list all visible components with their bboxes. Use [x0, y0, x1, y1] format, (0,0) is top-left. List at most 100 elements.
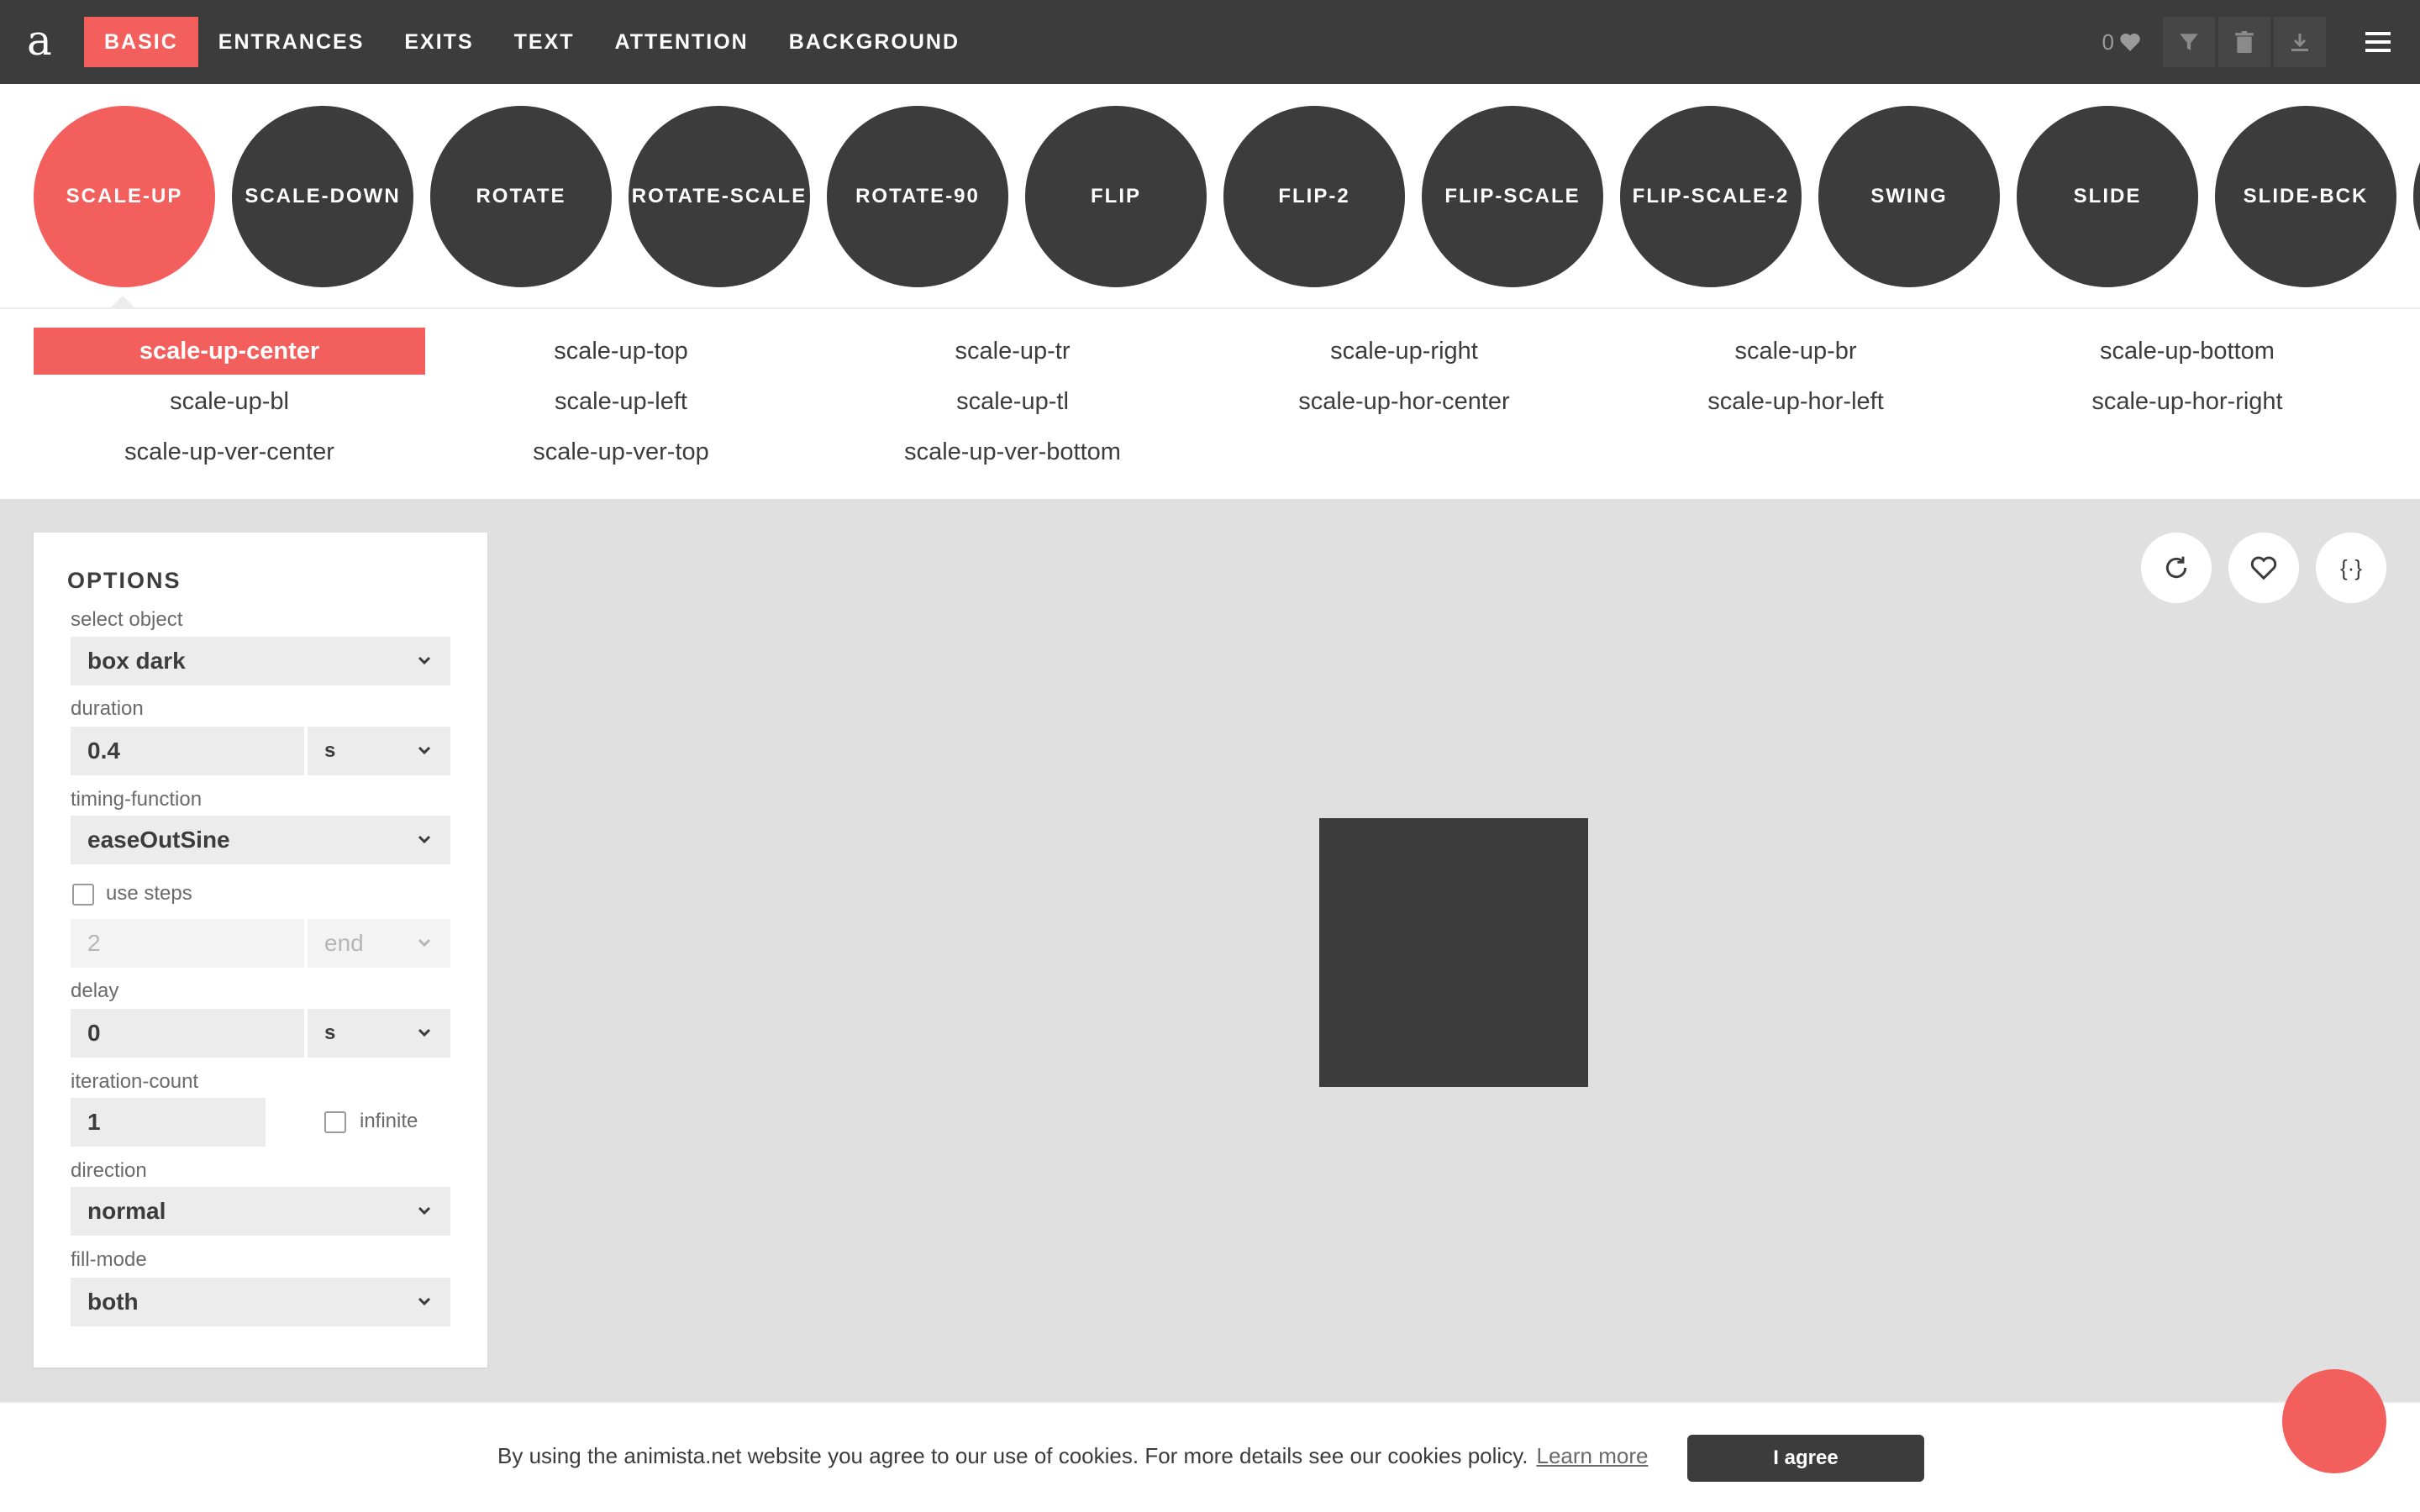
- animation-slide-bck[interactable]: SLIDE-BCK: [2215, 106, 2396, 287]
- tab-entrances[interactable]: ENTRANCES: [198, 17, 385, 67]
- favorites-counter[interactable]: 0: [2102, 29, 2141, 55]
- agree-button[interactable]: I agree: [1687, 1435, 1924, 1482]
- animation-scale-up[interactable]: SCALE-UP: [34, 106, 215, 287]
- animation-rotate-scale[interactable]: ROTATE-SCALE: [629, 106, 810, 287]
- timing-function-dropdown[interactable]: easeOutSine: [71, 816, 450, 864]
- heart-outline-icon: [2250, 556, 2277, 580]
- steps-mode-dropdown[interactable]: end: [308, 919, 450, 968]
- variant-list: scale-up-center scale-up-top scale-up-tr…: [0, 309, 2420, 499]
- direction-label: direction: [71, 1159, 147, 1182]
- animation-selector: SCALE-UP SCALE-DOWN ROTATE ROTATE-SCALE …: [0, 84, 2420, 309]
- delay-unit-value: s: [324, 1021, 336, 1044]
- favorite-button[interactable]: [2228, 533, 2299, 603]
- iteration-count-value: 1: [87, 1109, 101, 1135]
- menu-button[interactable]: [2353, 17, 2403, 67]
- infinite-label: infinite: [360, 1110, 418, 1132]
- variant-item[interactable]: scale-up-bottom: [1991, 328, 2383, 375]
- chat-button[interactable]: [2282, 1369, 2386, 1473]
- replay-button[interactable]: [2141, 533, 2212, 603]
- chevron-down-icon: [418, 1297, 431, 1306]
- heart-icon: [2120, 33, 2140, 51]
- code-icon: {·}: [2339, 554, 2363, 580]
- duration-unit-dropdown[interactable]: s: [308, 727, 450, 775]
- animation-swing[interactable]: SWING: [1818, 106, 2000, 287]
- variant-item[interactable]: scale-up-left: [425, 378, 817, 425]
- variant-item[interactable]: scale-up-br: [1600, 328, 1991, 375]
- cookie-text-wrapper: By using the animista.net website you ag…: [497, 1443, 1648, 1469]
- tab-text[interactable]: TEXT: [494, 17, 595, 67]
- duration-input[interactable]: 0.4: [71, 727, 304, 775]
- delay-label: delay: [71, 979, 119, 1002]
- chevron-down-icon: [418, 1028, 431, 1037]
- selection-pointer: [111, 296, 134, 307]
- animation-next-partial[interactable]: [2413, 106, 2420, 287]
- fill-mode-value: both: [87, 1289, 139, 1315]
- use-steps-label: use steps: [106, 882, 192, 905]
- select-object-dropdown[interactable]: box dark: [71, 637, 450, 685]
- steps-mode-value: end: [324, 930, 364, 956]
- variant-item[interactable]: scale-up-ver-top: [425, 428, 817, 475]
- direction-dropdown[interactable]: normal: [71, 1187, 450, 1236]
- duration-label: duration: [71, 697, 144, 720]
- chevron-down-icon: [418, 835, 431, 844]
- steps-value: 2: [87, 930, 101, 956]
- fill-mode-dropdown[interactable]: both: [71, 1278, 450, 1326]
- nav-tools: 0: [2102, 17, 2420, 67]
- animation-slide[interactable]: SLIDE: [2017, 106, 2198, 287]
- animista-logo[interactable]: a: [27, 15, 57, 66]
- variant-item[interactable]: scale-up-bl: [34, 378, 425, 425]
- variant-item[interactable]: scale-up-tl: [817, 378, 1208, 425]
- animated-box: [1319, 818, 1588, 1087]
- variant-item[interactable]: scale-up-center: [34, 328, 425, 375]
- tab-basic[interactable]: BASIC: [84, 17, 198, 67]
- trash-icon: [2235, 31, 2254, 53]
- learn-more-link[interactable]: Learn more: [1536, 1443, 1648, 1468]
- fill-mode-label: fill-mode: [71, 1248, 147, 1271]
- animation-flip-scale-2[interactable]: FLIP-SCALE-2: [1620, 106, 1802, 287]
- iteration-count-input[interactable]: 1: [71, 1098, 266, 1147]
- animation-flip-scale[interactable]: FLIP-SCALE: [1422, 106, 1603, 287]
- timing-function-label: timing-function: [71, 788, 203, 811]
- download-icon: [2291, 34, 2308, 51]
- select-object-label: select object: [71, 608, 183, 631]
- generate-code-button[interactable]: {·}: [2316, 533, 2386, 603]
- favorites-count: 0: [2102, 29, 2114, 55]
- animation-flip-2[interactable]: FLIP-2: [1223, 106, 1405, 287]
- chevron-down-icon: [418, 746, 431, 755]
- variant-item[interactable]: scale-up-ver-center: [34, 428, 425, 475]
- top-nav: a BASIC ENTRANCES EXITS TEXT ATTENTION B…: [0, 0, 2420, 84]
- variant-item[interactable]: scale-up-ver-bottom: [817, 428, 1208, 475]
- filter-button[interactable]: [2163, 17, 2215, 67]
- tab-exits[interactable]: EXITS: [384, 17, 493, 67]
- options-title: OPTIONS: [67, 568, 182, 593]
- cookie-bar: By using the animista.net website you ag…: [0, 1401, 2420, 1512]
- variant-item[interactable]: scale-up-right: [1208, 328, 1600, 375]
- animation-scale-down[interactable]: SCALE-DOWN: [232, 106, 413, 287]
- hamburger-icon: [2365, 32, 2391, 52]
- chevron-down-icon: [418, 1206, 431, 1215]
- animation-rotate[interactable]: ROTATE: [430, 106, 612, 287]
- download-button[interactable]: [2274, 17, 2326, 67]
- variant-item[interactable]: scale-up-hor-right: [1991, 378, 2383, 425]
- delay-unit-dropdown[interactable]: s: [308, 1009, 450, 1058]
- direction-value: normal: [87, 1198, 166, 1224]
- nav-tabs: BASIC ENTRANCES EXITS TEXT ATTENTION BAC…: [84, 17, 980, 67]
- variant-item[interactable]: scale-up-top: [425, 328, 817, 375]
- timing-function-value: easeOutSine: [87, 827, 230, 853]
- variant-item[interactable]: scale-up-hor-left: [1600, 378, 1991, 425]
- filter-icon: [2180, 34, 2198, 50]
- steps-input[interactable]: 2: [71, 919, 304, 968]
- chevron-down-icon: [418, 656, 431, 665]
- tab-attention[interactable]: ATTENTION: [595, 17, 769, 67]
- refresh-icon: [2165, 556, 2187, 579]
- tab-background[interactable]: BACKGROUND: [769, 17, 980, 67]
- infinite-checkbox[interactable]: [324, 1111, 346, 1133]
- variant-item[interactable]: scale-up-hor-center: [1208, 378, 1600, 425]
- animation-flip[interactable]: FLIP: [1025, 106, 1207, 287]
- duration-unit-value: s: [324, 739, 336, 762]
- use-steps-checkbox[interactable]: [72, 884, 94, 906]
- animation-rotate-90[interactable]: ROTATE-90: [827, 106, 1008, 287]
- delay-input[interactable]: 0: [71, 1009, 304, 1058]
- trash-button[interactable]: [2218, 17, 2270, 67]
- variant-item[interactable]: scale-up-tr: [817, 328, 1208, 375]
